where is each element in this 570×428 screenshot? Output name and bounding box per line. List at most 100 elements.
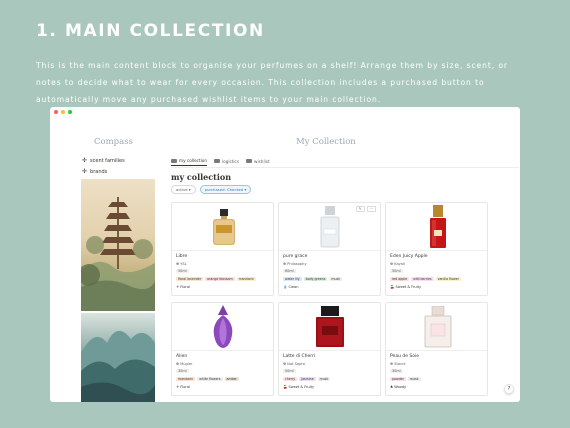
brand-icon: ❁ <box>390 262 394 266</box>
purchased-filter-chip[interactable]: purchased: Checked ▾ <box>199 185 252 194</box>
section-description: This is the main content block to organi… <box>36 61 508 104</box>
perfume-image <box>279 303 380 351</box>
perfume-card-pure-grace[interactable]: ✎ ··· pure grace ❁ Philosophy 60ml water… <box>278 202 381 296</box>
gallery-icon <box>246 159 253 163</box>
flower-icon: ⚘ <box>176 385 180 389</box>
brand-icon: ❁ <box>283 262 287 266</box>
compass-title: Compass <box>94 137 133 147</box>
perfume-notes: powder musk <box>390 377 421 381</box>
cherry-icon: 🍒 <box>283 385 288 389</box>
perfume-card-latte-di-cherri[interactable]: Latte di Cherri ❁ Not Sopro 50ml cherry … <box>278 302 381 396</box>
window-controls <box>54 110 72 114</box>
note-tag: amber <box>224 377 239 381</box>
tab-wishlist[interactable]: wishlist <box>246 158 270 166</box>
perfume-notes: floral lavender orange blossom mandarin <box>176 277 256 281</box>
scent-family-label: Sweet & Fruity <box>288 385 315 389</box>
sidebar-link-label: scent families <box>90 157 125 164</box>
perfume-notes: cherry jasmine musk <box>283 377 331 381</box>
perfume-image <box>172 203 273 251</box>
card-actions: ✎ ··· <box>355 206 376 212</box>
perfume-notes: mandarin white flowers amber <box>176 377 239 381</box>
tab-logistics[interactable]: logistics <box>213 158 240 166</box>
note-tag: wild berries <box>411 277 434 281</box>
compass-icon: ✢ <box>82 168 88 175</box>
scent-family-label: Clean <box>288 285 299 289</box>
perfume-image: ✎ ··· <box>279 203 380 251</box>
perfume-size: 60ml <box>283 269 296 273</box>
active-filter-chip[interactable]: active ▾ <box>171 185 196 194</box>
note-tag: mandarin <box>176 377 196 381</box>
brand-icon: ❁ <box>390 362 394 366</box>
perfume-name: Peau de Soie <box>390 354 420 359</box>
perfume-size: 30ml <box>176 369 189 373</box>
tab-label: my collection <box>179 158 207 163</box>
filter-bar: active ▾ purchased: Checked ▾ <box>171 185 252 194</box>
note-tag: powder <box>390 377 406 381</box>
note-tag: mandarin <box>236 277 256 281</box>
view-tabs: my collection logistics wishlist <box>171 158 270 166</box>
note-tag: white flowers <box>197 377 223 381</box>
perfume-image <box>386 303 487 351</box>
gallery-icon <box>171 158 177 163</box>
brand-label: Kayali <box>394 262 405 266</box>
perfume-card-libre[interactable]: Libre ❁ YSL 50ml floral lavender orange … <box>171 202 274 296</box>
tree-icon: ♣ <box>390 385 394 389</box>
perfume-brand: ❁ Kayali <box>390 262 405 266</box>
note-tag: vanilla flower <box>435 277 461 281</box>
cherry-icon: 🍒 <box>390 285 395 289</box>
brand-label: Philosophy <box>287 262 307 266</box>
perfume-name: Libre <box>176 254 188 259</box>
close-window-button[interactable] <box>54 110 58 114</box>
collection-title: My Collection <box>296 137 356 147</box>
scent-family: 🍒 Sweet & Fruity <box>283 385 314 389</box>
scent-family-label: Floral <box>180 385 190 389</box>
sidebar-link-scent-families[interactable]: ✢ scent families <box>82 157 125 164</box>
drop-icon: 💧 <box>283 285 288 289</box>
tab-divider <box>171 167 519 168</box>
perfume-brand: ❁ Not Sopro <box>283 362 305 366</box>
note-tag: musk <box>407 377 421 381</box>
note-tag: red apple <box>390 277 410 281</box>
note-tag: musk <box>329 277 343 281</box>
perfume-brand: ❁ Starck <box>390 362 406 366</box>
perfume-brand: ❁ Philosophy <box>283 262 307 266</box>
section-heading: 1. MAIN COLLECTION <box>36 21 265 41</box>
pagoda-painting-image <box>81 179 155 311</box>
note-tag: water lily <box>283 277 302 281</box>
tab-label: logistics <box>221 158 240 164</box>
minimize-window-button[interactable] <box>61 110 65 114</box>
brand-label: Not Sopro <box>287 362 305 366</box>
perfume-size: 50ml <box>390 269 403 273</box>
compass-icon: ✢ <box>82 157 88 164</box>
note-tag: jasmine <box>299 377 316 381</box>
tab-my-collection[interactable]: my collection <box>171 158 207 166</box>
brand-icon: ❁ <box>176 262 180 266</box>
scent-family: 🍒 Sweet & Fruity <box>390 285 421 289</box>
sidebar-link-brands[interactable]: ✢ brands <box>82 168 107 175</box>
perfume-card-peau-de-soie[interactable]: Peau de Soie ❁ Starck 30ml powder musk ♣… <box>385 302 488 396</box>
perfume-image <box>386 203 487 251</box>
maximize-window-button[interactable] <box>68 110 72 114</box>
perfume-notes: red apple wild berries vanilla flower <box>390 277 461 281</box>
scent-family: ⚘ Floral <box>176 285 190 289</box>
note-tag: musk <box>317 377 331 381</box>
filter-chip-label: purchased: Checked <box>204 187 244 192</box>
filter-chip-label: active <box>176 187 188 192</box>
perfume-card-alien[interactable]: Alien ❁ Mugler 30ml mandarin white flowe… <box>171 302 274 396</box>
brand-icon: ❁ <box>176 362 180 366</box>
note-tag: body greens <box>303 277 328 281</box>
scent-family-label: Sweet & Fruity <box>395 285 422 289</box>
perfume-card-eden-juicy-apple[interactable]: Eden Juicy Apple ❁ Kayali 50ml red apple… <box>385 202 488 296</box>
help-button[interactable]: ? <box>504 384 514 394</box>
perfume-brand: ❁ YSL <box>176 262 187 266</box>
tab-label: wishlist <box>254 158 270 164</box>
more-options-button[interactable]: ··· <box>366 206 376 212</box>
note-tag: cherry <box>283 377 298 381</box>
sidebar-link-label: brands <box>90 168 108 175</box>
perfume-brand: ❁ Mugler <box>176 362 193 366</box>
edit-card-button[interactable]: ✎ <box>355 206 365 212</box>
perfume-image <box>172 303 273 351</box>
perfume-notes: water lily body greens musk <box>283 277 343 281</box>
view-title: my collection <box>171 172 232 182</box>
scent-family: ♣ Woody <box>390 385 406 389</box>
